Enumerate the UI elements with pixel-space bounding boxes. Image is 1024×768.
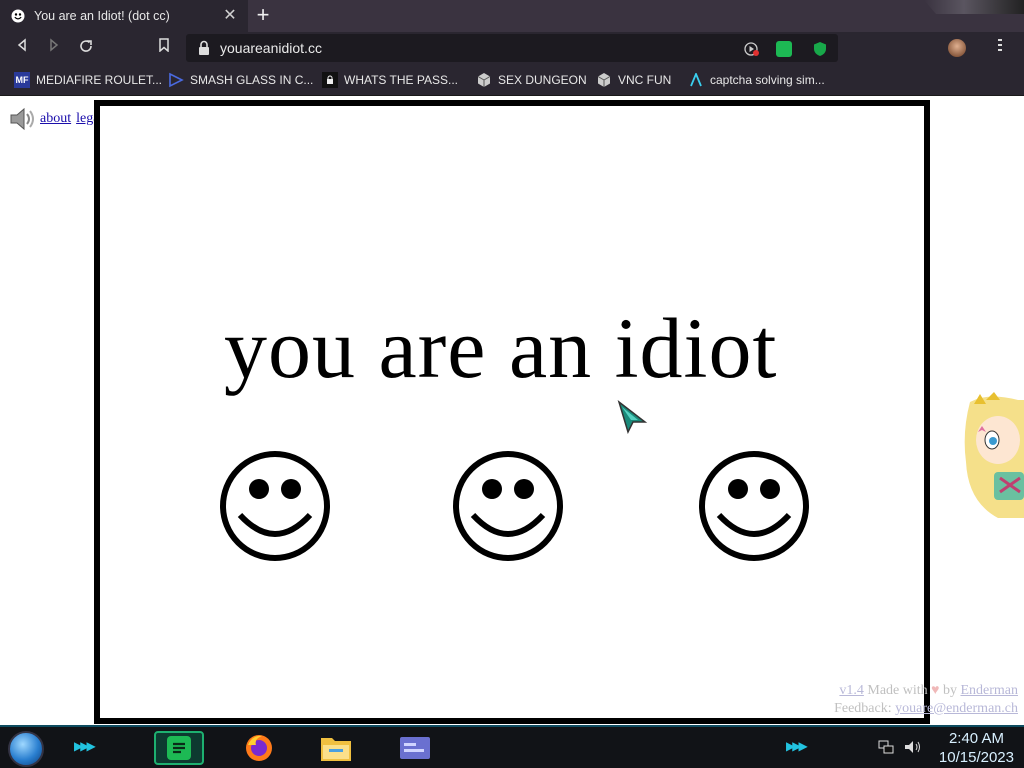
address-bar[interactable]: youareanidiot.cc — [186, 34, 838, 62]
spotify-taskbar-icon[interactable] — [154, 731, 204, 765]
headline: you are an idiot — [224, 300, 778, 396]
author-link[interactable]: Enderman — [960, 683, 1018, 698]
firefox-taskbar-icon[interactable] — [234, 731, 284, 765]
network-icon[interactable] — [878, 739, 894, 758]
system-tray — [878, 739, 928, 757]
forward-icon[interactable] — [44, 38, 64, 58]
media-control-icon[interactable] — [744, 41, 760, 57]
bookmark-item[interactable]: SEX DUNGEON — [476, 71, 587, 89]
volume-icon[interactable] — [904, 739, 922, 758]
heart-icon: ♥ — [931, 683, 940, 698]
reload-icon[interactable] — [76, 38, 96, 58]
url-text: youareanidiot.cc — [220, 40, 322, 56]
bookmark-item[interactable]: SMASH GLASS IN C... — [168, 71, 313, 89]
cube-icon — [476, 72, 492, 88]
speaker-icon[interactable] — [8, 104, 38, 134]
bookmark-item[interactable]: WHATS THE PASS... — [322, 71, 458, 89]
glass-icon — [168, 72, 184, 88]
bookmark-item[interactable]: captcha solving sim... — [688, 71, 825, 89]
about-link[interactable]: about — [40, 111, 71, 127]
taskbar: ▶▶▶ ▶▶▶ 2:40 AM 10/15/2023 — [0, 725, 1024, 768]
bookmark-icon[interactable] — [154, 38, 174, 58]
smiley-face-icon — [699, 451, 809, 561]
start-button[interactable] — [8, 731, 44, 767]
cartoon-character-sticker — [964, 392, 1024, 518]
shield-extension-icon[interactable] — [812, 41, 828, 57]
new-tab-button[interactable]: + — [252, 4, 274, 27]
menu-icon[interactable] — [990, 38, 1010, 58]
smiley-face-icon — [453, 451, 563, 561]
browser-toolbar: youareanidiot.cc — [0, 32, 1024, 64]
idiot-popup-window[interactable]: you are an idiot — [94, 100, 930, 724]
captcha-icon — [688, 72, 704, 88]
credits: v1.4 Made with ♥ by Enderman Feedback: y… — [834, 683, 1018, 716]
tab-title: You are an Idiot! (dot cc) — [34, 9, 170, 23]
password-game-icon — [322, 72, 338, 88]
app-window-taskbar-icon[interactable] — [390, 731, 440, 765]
taskbar-clock[interactable]: 2:40 AM 10/15/2023 — [939, 729, 1014, 767]
tab-close-icon[interactable]: ✕ — [222, 8, 238, 24]
browser-tab-active[interactable]: You are an Idiot! (dot cc) ✕ — [0, 0, 248, 32]
smiley-favicon-icon — [10, 8, 26, 24]
lock-icon — [198, 40, 210, 56]
spotify-extension-icon[interactable] — [776, 41, 792, 57]
bookmark-item[interactable]: MF MEDIAFIRE ROULET... — [14, 71, 162, 89]
mediafire-icon: MF — [14, 72, 30, 88]
tab-strip: You are an Idiot! (dot cc) ✕ + — [0, 0, 1024, 32]
taskbar-decoration: ▶▶▶ — [74, 739, 96, 753]
clock-time: 2:40 AM — [948, 730, 1004, 747]
smiley-face-icon — [220, 451, 330, 561]
file-explorer-taskbar-icon[interactable] — [311, 731, 361, 765]
taskbar-decoration: ▶▶▶ — [786, 739, 808, 753]
profile-avatar[interactable] — [948, 39, 966, 57]
bookmarks-bar: MF MEDIAFIRE ROULET... SMASH GLASS IN C.… — [0, 64, 1024, 96]
mouse-cursor-icon — [617, 400, 648, 434]
feedback-email-link[interactable]: youare@enderman.ch — [895, 701, 1018, 716]
clock-date: 10/15/2023 — [938, 749, 1014, 766]
back-icon[interactable] — [12, 38, 32, 58]
bookmark-item[interactable]: VNC FUN — [596, 71, 671, 89]
window-frame-decoration — [924, 0, 1024, 14]
cube-icon — [596, 72, 612, 88]
version-link[interactable]: v1.4 — [839, 683, 864, 698]
